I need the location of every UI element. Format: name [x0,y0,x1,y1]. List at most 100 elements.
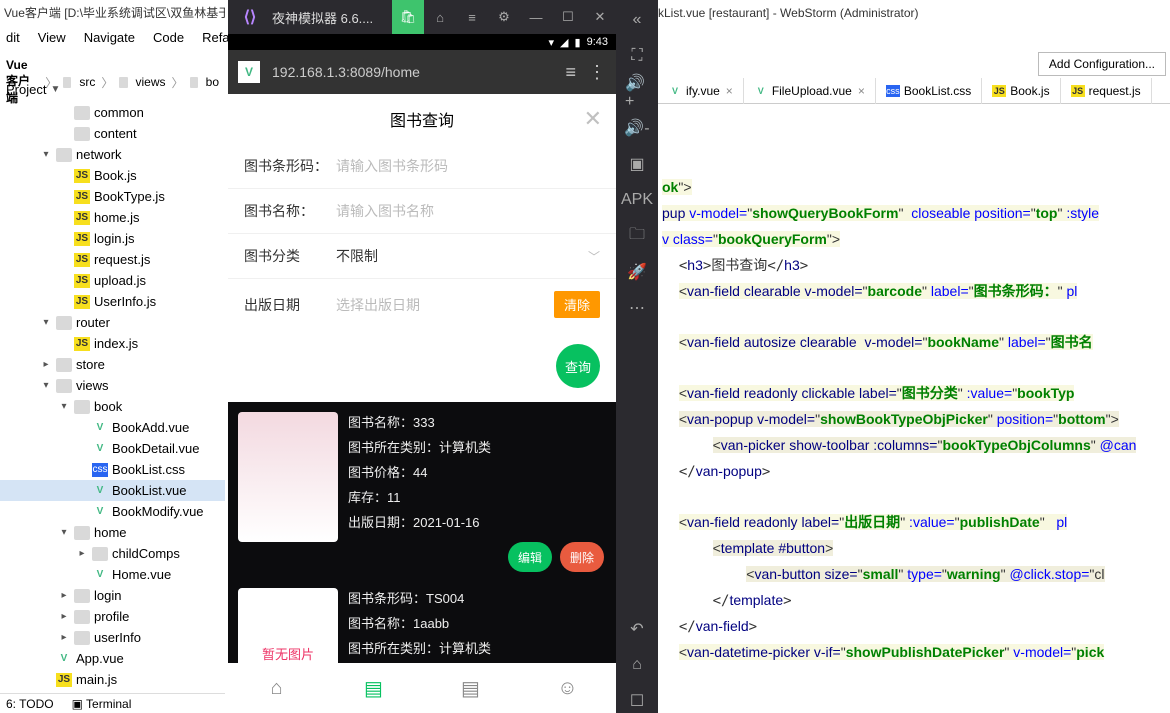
tree-item[interactable]: ▸login [0,585,225,606]
tab-close-icon[interactable]: × [858,84,865,98]
editor-tab[interactable]: JSBook.js [982,78,1060,104]
tab-close-icon[interactable]: × [726,84,733,98]
breadcrumb-bo[interactable]: bo [206,75,219,89]
signal-icon: ◢ [560,36,568,49]
sb-voldown-icon[interactable]: 🔊- [625,116,649,140]
menu-view[interactable]: View [38,30,66,46]
emu-minimize-icon[interactable]: — [520,0,552,34]
tree-item[interactable]: common [0,102,225,123]
sb-apk-icon[interactable]: APK [625,188,649,212]
tree-item[interactable]: cssBookList.css [0,459,225,480]
chevron-down-icon[interactable]: ﹀ [588,248,600,265]
menu-edit[interactable]: dit [6,30,20,46]
tree-item[interactable]: ▾router [0,312,225,333]
project-tree[interactable]: commoncontent▾networkJSBook.jsJSBookType… [0,102,225,692]
tree-item[interactable]: ▾network [0,144,225,165]
emu-home-icon[interactable]: ⌂ [424,0,456,34]
android-status-bar: ▾ ◢ ▮ 9:43 [228,34,616,50]
tree-item[interactable]: VBookAdd.vue [0,417,225,438]
tree-item[interactable]: VBookList.vue [0,480,225,501]
menu-code[interactable]: Code [153,30,184,46]
pubdate-input[interactable]: 选择出版日期 [336,295,554,315]
breadcrumb-views[interactable]: views [136,75,166,89]
sb-folder-icon[interactable]: 🗀 [625,224,649,248]
editor-tab[interactable]: JSrequest.js [1061,78,1152,104]
tab-home[interactable]: ⌂ [228,663,325,713]
hamburger-icon[interactable]: ≡ [565,62,576,83]
tree-item[interactable]: JShome.js [0,207,225,228]
menu-bar: dit View Navigate Code Refactor [0,26,257,50]
tree-item[interactable]: ▸userInfo [0,627,225,648]
tree-item[interactable]: JSBookType.js [0,186,225,207]
code-editor[interactable]: ok"> pup v-model="showQueryBookForm" clo… [658,110,1170,693]
sb-home-icon[interactable]: ⌂ [625,653,649,677]
terminal-tool[interactable]: ▣ Terminal [72,697,132,711]
query-modal: 图书查询 ✕ 图书条形码： 请输入图书条形码 图书名称： 请输入图书名称 图书分… [228,94,616,402]
card-line: 图书所在类别：计算机类 [348,437,606,456]
tree-item[interactable]: VBookDetail.vue [0,438,225,459]
sb-more-icon[interactable]: ⋯ [625,296,649,320]
tab-user[interactable]: ☺ [519,663,616,713]
tab-doc[interactable]: ▤ [422,663,519,713]
tree-item[interactable]: JSmain.js [0,669,225,690]
emu-menu-icon[interactable]: ≡ [456,0,488,34]
sb-recent-icon[interactable]: ☐ [625,689,649,713]
tree-item[interactable]: VHome.vue [0,564,225,585]
project-panel-label[interactable]: Project▼ [6,82,60,97]
url-text[interactable]: 192.168.1.3:8089/home [272,64,553,80]
tree-item[interactable]: ▾book [0,396,225,417]
card-line: 图书所在类别：计算机类 [348,638,606,657]
booktype-select[interactable]: 不限制 [336,246,588,266]
tree-item[interactable]: ▸profile [0,606,225,627]
clear-button[interactable]: 清除 [554,291,600,318]
card-line: 图书名称：1aabb [348,613,606,632]
modal-close-icon[interactable]: ✕ [584,106,602,132]
sb-fullscreen-icon[interactable]: ⛶ [625,44,649,68]
breadcrumb-src[interactable]: src [79,75,95,89]
query-button[interactable]: 查询 [556,344,600,388]
tree-item[interactable]: JSUserInfo.js [0,291,225,312]
card-line: 库存：11 [348,487,606,506]
ide-title-right: kList.vue [restaurant] - WebStorm (Admin… [658,6,919,20]
edit-button[interactable]: 编辑 [508,542,552,572]
tree-item[interactable]: JSrequest.js [0,249,225,270]
tree-item[interactable]: VApp.vue [0,648,225,669]
modal-backdrop[interactable]: 图书名称：333 图书所在类别：计算机类 图书价格：44 库存：11 出版日期：… [228,402,616,713]
tree-item[interactable]: content [0,123,225,144]
tree-item[interactable]: ▾home [0,522,225,543]
browser-url-bar: V 192.168.1.3:8089/home ≡ ⋮ [228,50,616,94]
kebab-icon[interactable]: ⋮ [588,62,606,83]
sb-volup-icon[interactable]: 🔊+ [625,80,649,104]
bookname-input[interactable]: 请输入图书名称 [336,201,600,221]
tab-list[interactable]: ▤ [325,663,422,713]
add-configuration-button[interactable]: Add Configuration... [1038,52,1166,76]
delete-button[interactable]: 删除 [560,542,604,572]
card-line: 出版日期：2021-01-16 [348,512,606,531]
pubdate-label: 出版日期 [244,295,336,315]
tree-item[interactable]: ▸store [0,354,225,375]
emu-store-icon[interactable]: 🛍 [392,0,424,34]
sb-rocket-icon[interactable]: 🚀 [625,260,649,284]
card-line: 图书价格：44 [348,462,606,481]
tree-item[interactable]: JSupload.js [0,270,225,291]
sb-collapse-icon[interactable]: « [625,8,649,32]
menu-navigate[interactable]: Navigate [84,30,135,46]
todo-tool[interactable]: 6: TODO [6,697,54,711]
emu-maximize-icon[interactable]: ☐ [552,0,584,34]
sb-back-icon[interactable]: ↶ [625,617,649,641]
battery-icon: ▮ [575,36,581,49]
tree-item[interactable]: JSBook.js [0,165,225,186]
emu-settings-icon[interactable]: ⚙ [488,0,520,34]
editor-tab[interactable]: VFileUpload.vue× [744,78,876,104]
barcode-input[interactable]: 请输入图书条形码 [336,156,600,176]
editor-tab[interactable]: cssBookList.css [876,78,982,104]
emu-close-icon[interactable]: ✕ [584,0,616,34]
tree-item[interactable]: VBookModify.vue [0,501,225,522]
tree-item[interactable]: JSlogin.js [0,228,225,249]
sb-screenshot-icon[interactable]: ▣ [625,152,649,176]
tree-item[interactable]: ▾views [0,375,225,396]
barcode-label: 图书条形码： [244,156,336,176]
tree-item[interactable]: ▸childComps [0,543,225,564]
editor-tab[interactable]: Vify.vue× [658,78,744,104]
tree-item[interactable]: JSindex.js [0,333,225,354]
